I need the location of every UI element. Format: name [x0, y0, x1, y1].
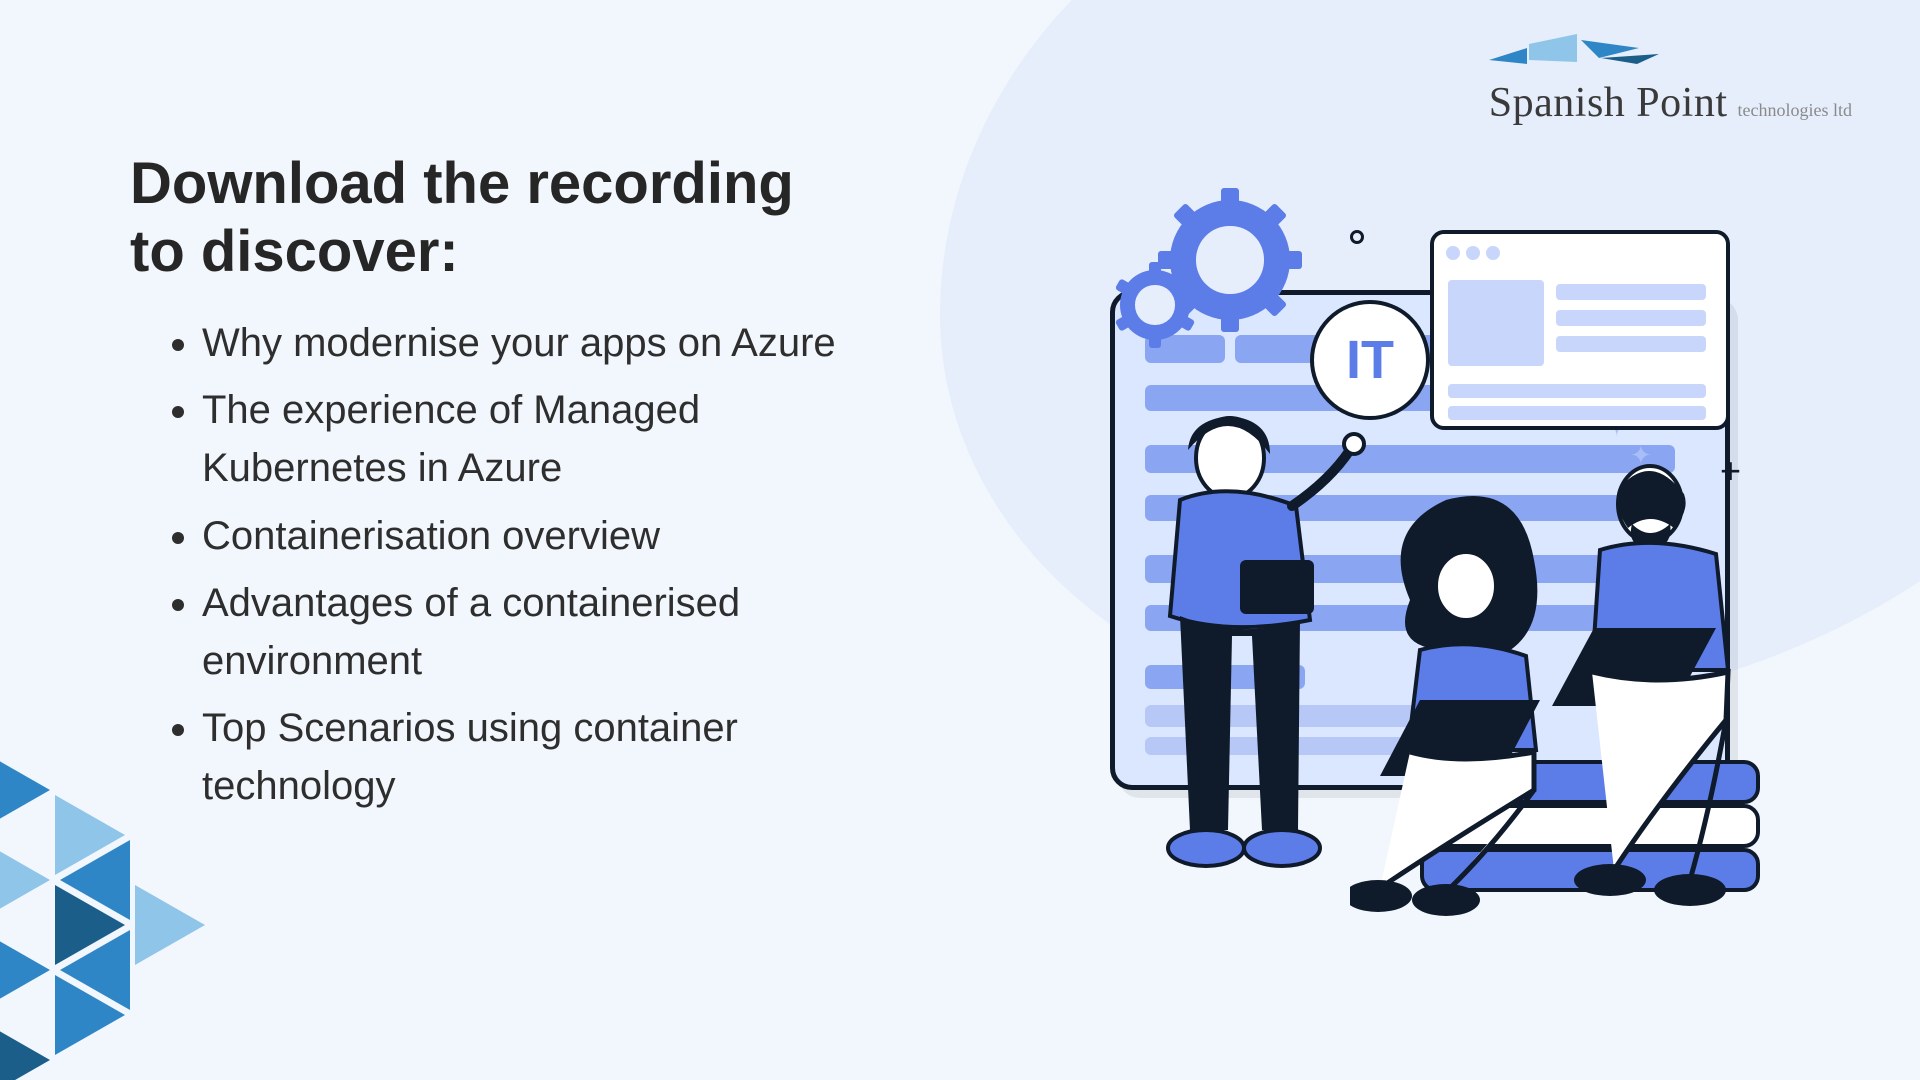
popup-window-icon — [1430, 230, 1730, 430]
page-heading: Download the recording to discover: — [130, 150, 860, 287]
brand-subtitle: technologies ltd — [1738, 100, 1852, 121]
person-sitting-right-icon — [1540, 450, 1800, 920]
list-item: Top Scenarios using container technology — [202, 700, 860, 815]
person-standing-icon — [1120, 410, 1380, 880]
brand-logo: Spanish Point technologies ltd — [1489, 34, 1852, 127]
brand-name: Spanish Point — [1489, 79, 1728, 127]
bullet-list: Why modernise your apps on Azure The exp… — [130, 315, 860, 816]
list-item: The experience of Managed Kubernetes in … — [202, 382, 860, 497]
dot-icon — [1350, 230, 1364, 244]
it-bubble-label: IT — [1346, 333, 1394, 387]
brand-logo-mark — [1489, 34, 1659, 70]
list-item: Why modernise your apps on Azure — [202, 315, 860, 373]
hero-illustration: ✦ ✦ + IT — [1060, 200, 1780, 920]
it-bubble: IT — [1310, 300, 1430, 420]
copy-block: Download the recording to discover: Why … — [130, 150, 860, 826]
list-item: Advantages of a containerised environmen… — [202, 575, 860, 690]
gear-icon — [1120, 270, 1190, 340]
list-item: Containerisation overview — [202, 508, 860, 566]
